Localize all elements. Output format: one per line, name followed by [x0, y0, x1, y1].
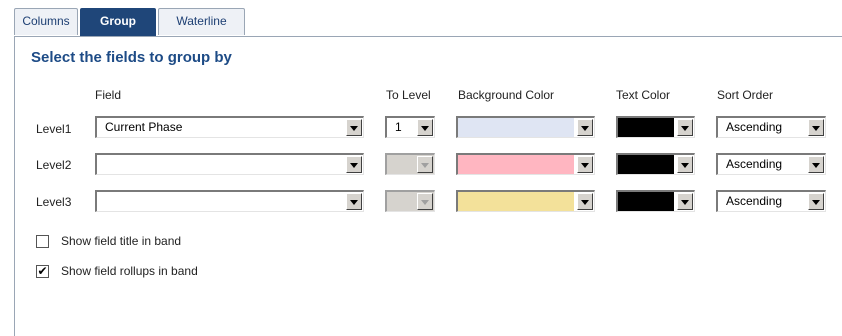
level1-label: Level1 — [36, 122, 72, 136]
level3-text-color-select[interactable] — [616, 190, 695, 212]
level3-sort-order-select[interactable]: Ascending — [716, 190, 826, 212]
level1-text-color-select[interactable] — [616, 116, 695, 138]
level3-field-select[interactable] — [95, 190, 364, 212]
chevron-down-icon[interactable] — [577, 119, 593, 136]
level3-sort-order-value: Ascending — [726, 194, 783, 208]
chevron-down-icon[interactable] — [808, 119, 824, 136]
level3-label: Level3 — [36, 195, 72, 209]
header-background-color: Background Color — [458, 88, 555, 102]
show-title-checkbox[interactable] — [36, 235, 49, 248]
page-title: Select the fields to group by — [31, 49, 232, 66]
show-rollups-checkbox[interactable]: ✔ — [36, 265, 49, 278]
header-sort-order: Sort Order — [717, 88, 774, 102]
level2-sort-order-value: Ascending — [726, 157, 783, 171]
header-field: Field — [95, 88, 122, 102]
level3-to-level-select — [385, 190, 435, 212]
level2-background-color-select[interactable] — [456, 153, 595, 175]
show-rollups-label: Show field rollups in band — [61, 264, 198, 278]
chevron-down-icon[interactable] — [577, 156, 593, 173]
tab-waterline[interactable]: Waterline — [158, 8, 245, 35]
level1-text-color-swatch — [618, 118, 674, 137]
tab-group[interactable]: Group — [80, 8, 156, 36]
level3-background-color-select[interactable] — [456, 190, 595, 212]
level1-to-level-value: 1 — [395, 120, 402, 134]
chevron-down-icon[interactable] — [677, 193, 693, 210]
level3-text-color-swatch — [618, 192, 674, 211]
header-text-color: Text Color — [616, 88, 671, 102]
level2-field-select[interactable] — [95, 153, 364, 175]
tab-columns[interactable]: Columns — [14, 8, 78, 35]
chevron-down-icon[interactable] — [677, 156, 693, 173]
level2-label: Level2 — [36, 158, 72, 172]
level1-field-select[interactable]: Current Phase — [95, 116, 364, 138]
level1-field-value: Current Phase — [105, 120, 183, 134]
chevron-down-icon[interactable] — [677, 119, 693, 136]
level2-text-color-swatch — [618, 155, 674, 174]
chevron-down-icon[interactable] — [346, 119, 362, 136]
chevron-down-icon[interactable] — [346, 193, 362, 210]
level1-background-color-select[interactable] — [456, 116, 595, 138]
chevron-down-icon[interactable] — [808, 156, 824, 173]
chevron-down-icon[interactable] — [417, 119, 433, 136]
show-title-label: Show field title in band — [61, 234, 182, 248]
chevron-down-icon — [417, 193, 433, 210]
level1-to-level-select[interactable]: 1 — [385, 116, 435, 138]
level1-sort-order-select[interactable]: Ascending — [716, 116, 826, 138]
group-panel: Select the fields to group by Field To L… — [14, 36, 842, 336]
level1-background-swatch — [458, 118, 574, 137]
chevron-down-icon[interactable] — [808, 193, 824, 210]
level1-sort-order-value: Ascending — [726, 120, 783, 134]
chevron-down-icon — [417, 156, 433, 173]
level2-background-swatch — [458, 155, 574, 174]
level2-sort-order-select[interactable]: Ascending — [716, 153, 826, 175]
level2-text-color-select[interactable] — [616, 153, 695, 175]
chevron-down-icon[interactable] — [577, 193, 593, 210]
chevron-down-icon[interactable] — [346, 156, 362, 173]
level3-background-swatch — [458, 192, 574, 211]
header-to-level: To Level — [386, 88, 431, 102]
level2-to-level-select — [385, 153, 435, 175]
